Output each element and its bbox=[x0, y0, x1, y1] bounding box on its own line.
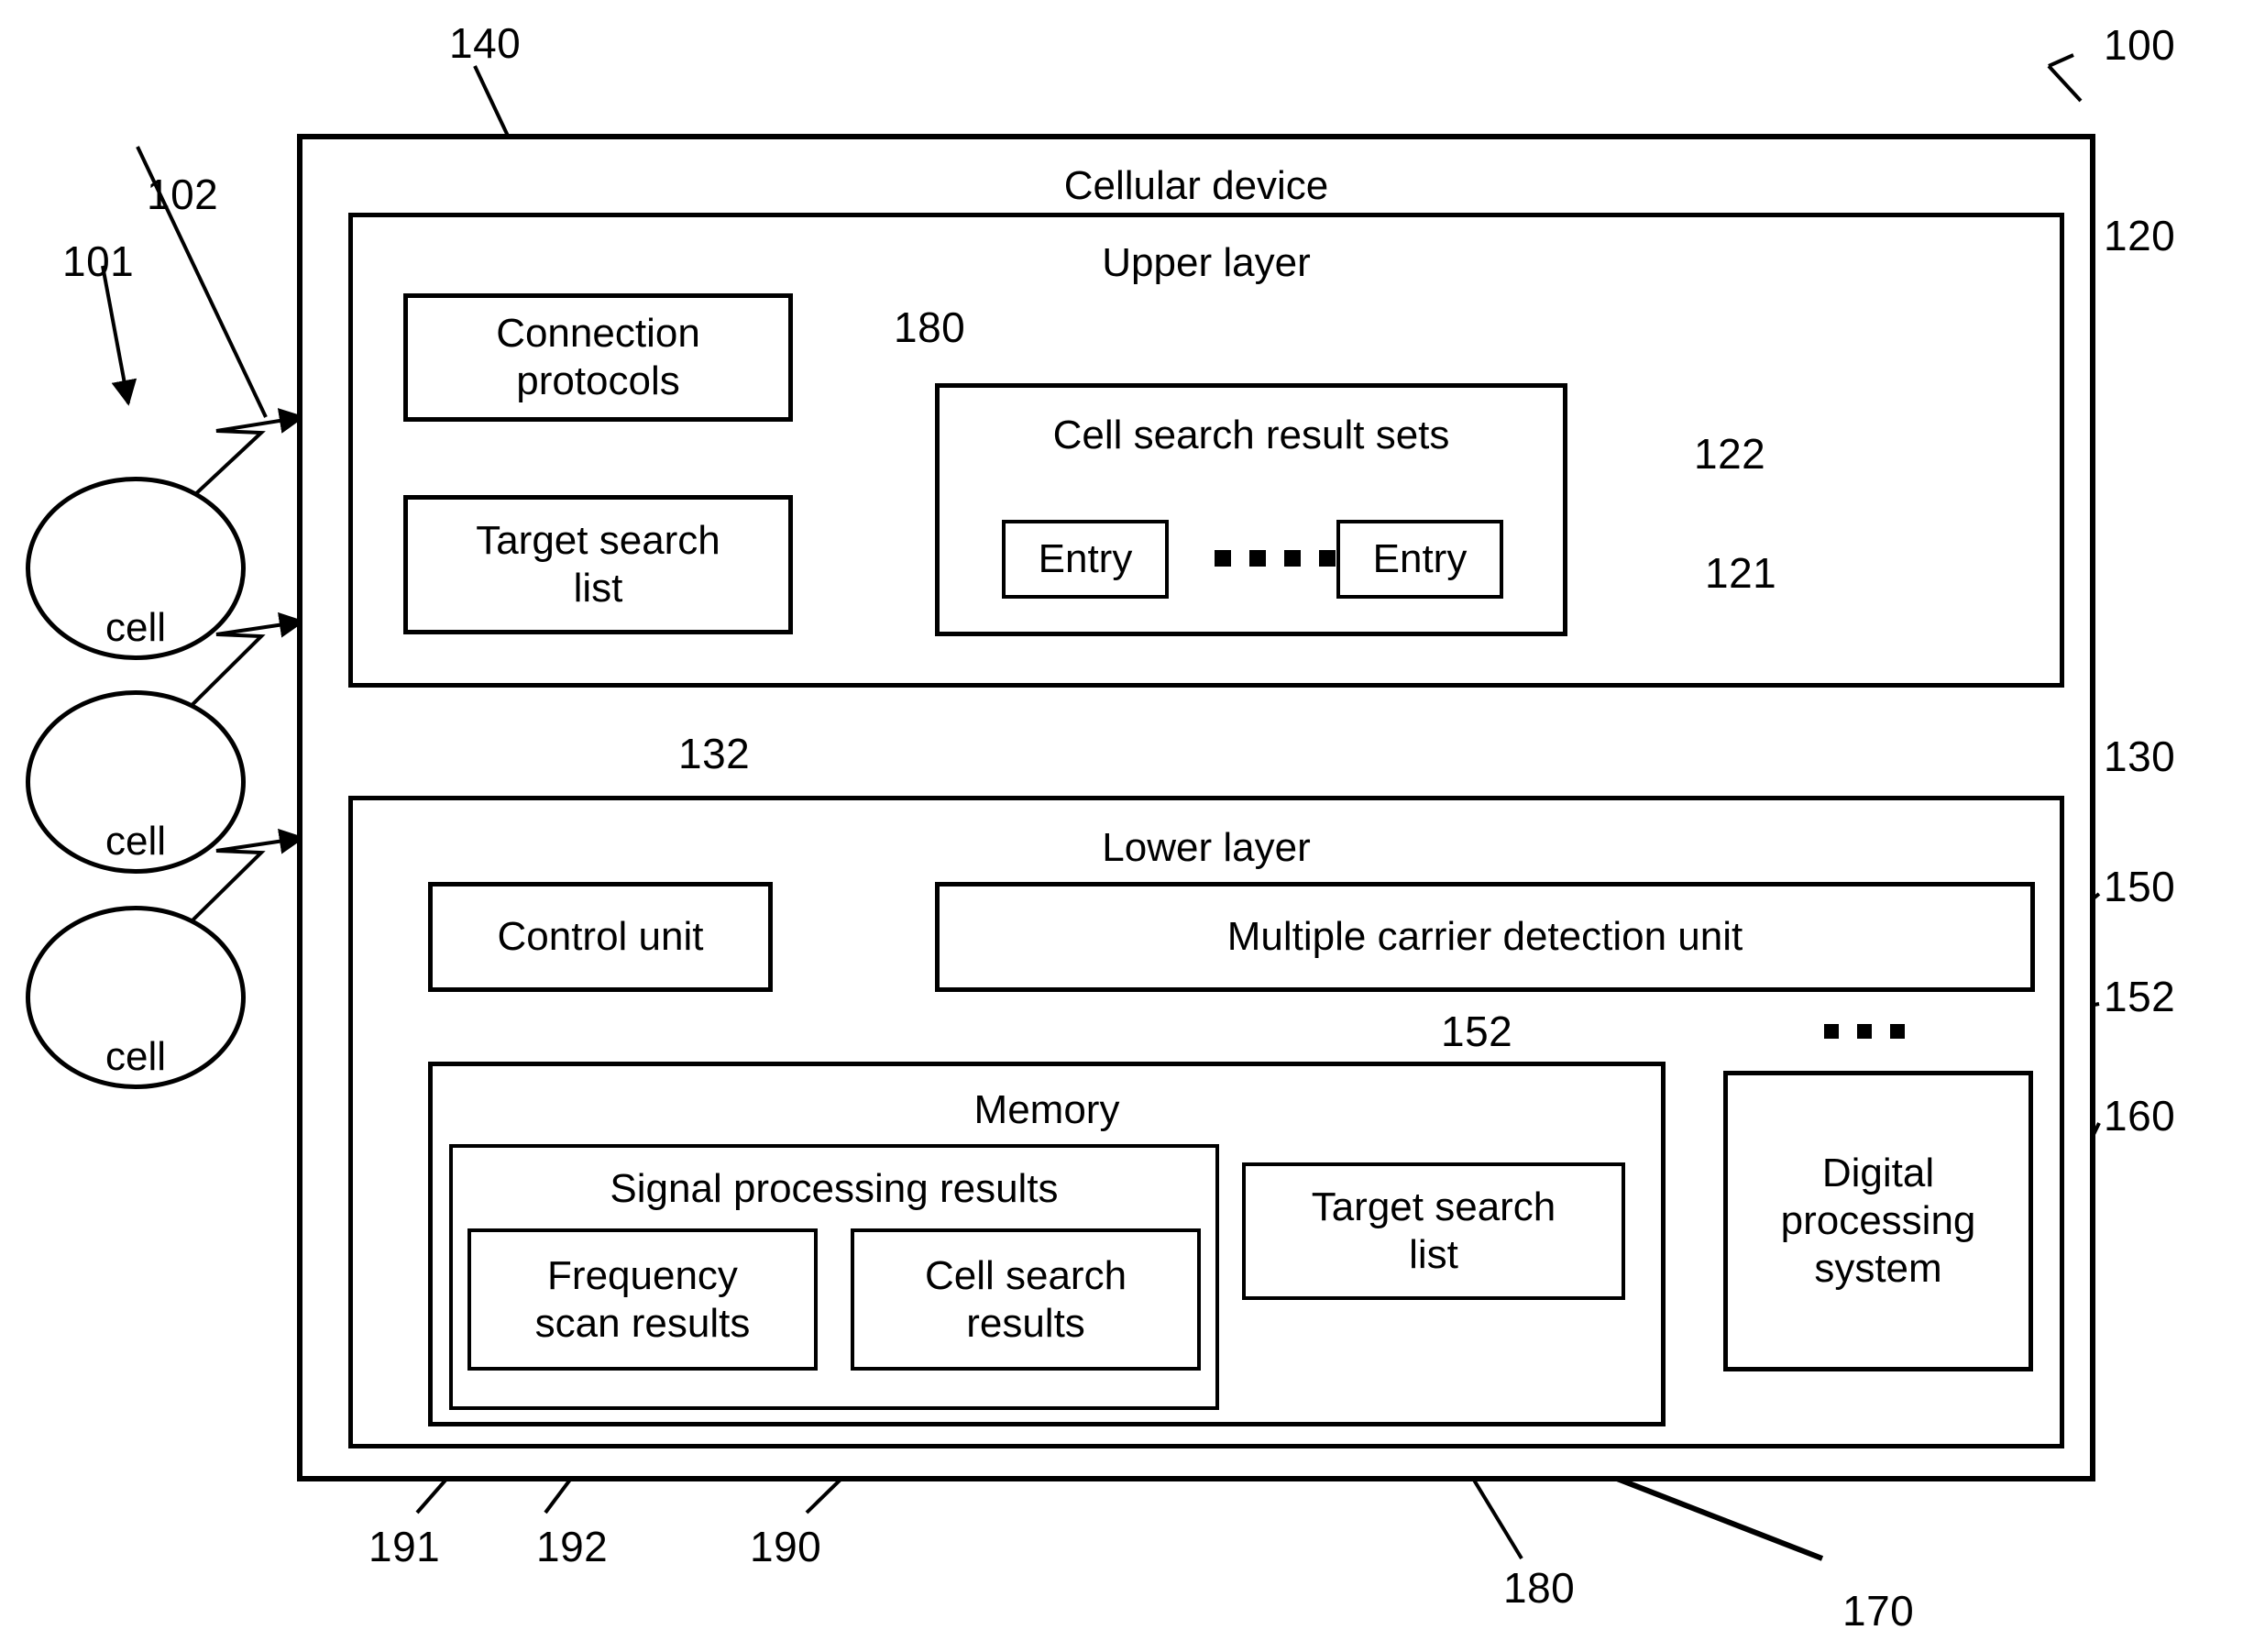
cell-search-result-sets-title: Cell search result sets bbox=[1052, 413, 1450, 457]
ref-122: 122 bbox=[1694, 430, 1766, 478]
ref-140: 140 bbox=[449, 19, 522, 67]
cell-2-label: cell bbox=[104, 819, 167, 864]
ref-191: 191 bbox=[368, 1523, 441, 1570]
upper-layer-title: Upper layer bbox=[1102, 240, 1311, 285]
cell-3-label: cell bbox=[104, 1034, 167, 1079]
ref-102: 102 bbox=[147, 171, 219, 218]
carrier-interface-ellipsis-dots bbox=[1824, 1024, 1905, 1039]
digital-processing-system-label: Digital processing system bbox=[1780, 1151, 1976, 1291]
ref-150: 150 bbox=[2104, 863, 2176, 910]
entry-box-2-label: Entry bbox=[1372, 536, 1468, 582]
ref-121: 121 bbox=[1705, 549, 1777, 597]
connection-protocols-label: Connection protocols bbox=[496, 311, 700, 403]
cell-1-label: cell bbox=[104, 605, 167, 650]
frequency-scan-results-label: Frequency scan results bbox=[534, 1252, 751, 1346]
ref-132: 132 bbox=[678, 730, 751, 777]
entries-ellipsis-dots bbox=[1215, 550, 1336, 567]
cell-search-results-label: Cell search results bbox=[924, 1252, 1127, 1346]
ref-170: 170 bbox=[1842, 1587, 1915, 1635]
lower-layer-title: Lower layer bbox=[1102, 825, 1311, 870]
target-search-list-lower-label: Target search list bbox=[1311, 1184, 1556, 1277]
ref-192: 192 bbox=[536, 1523, 609, 1570]
cellular-device-title: Cellular device bbox=[1063, 163, 1329, 208]
ref-152-left: 152 bbox=[1441, 1008, 1513, 1055]
ref-100: 100 bbox=[2104, 21, 2176, 69]
ref-180-lower: 180 bbox=[1503, 1564, 1576, 1612]
ref-130: 130 bbox=[2104, 732, 2176, 780]
ref-160: 160 bbox=[2104, 1092, 2176, 1140]
memory-title: Memory bbox=[973, 1087, 1120, 1132]
control-unit-label: Control unit bbox=[497, 914, 704, 960]
ref-180-upper: 180 bbox=[894, 303, 966, 351]
ref-101: 101 bbox=[62, 237, 135, 285]
ref-120: 120 bbox=[2104, 212, 2176, 259]
multiple-carrier-detection-unit-label: Multiple carrier detection unit bbox=[1226, 914, 1743, 960]
ref-190: 190 bbox=[750, 1523, 822, 1570]
ref-152-right: 152 bbox=[2104, 973, 2176, 1020]
target-search-list-upper-label: Target search list bbox=[476, 518, 720, 611]
entry-box-1-label: Entry bbox=[1038, 536, 1133, 582]
signal-processing-results-title: Signal processing results bbox=[610, 1166, 1059, 1211]
patent-figure-canvas: cell cell cell Cellular device Upper lay… bbox=[0, 0, 2265, 1652]
